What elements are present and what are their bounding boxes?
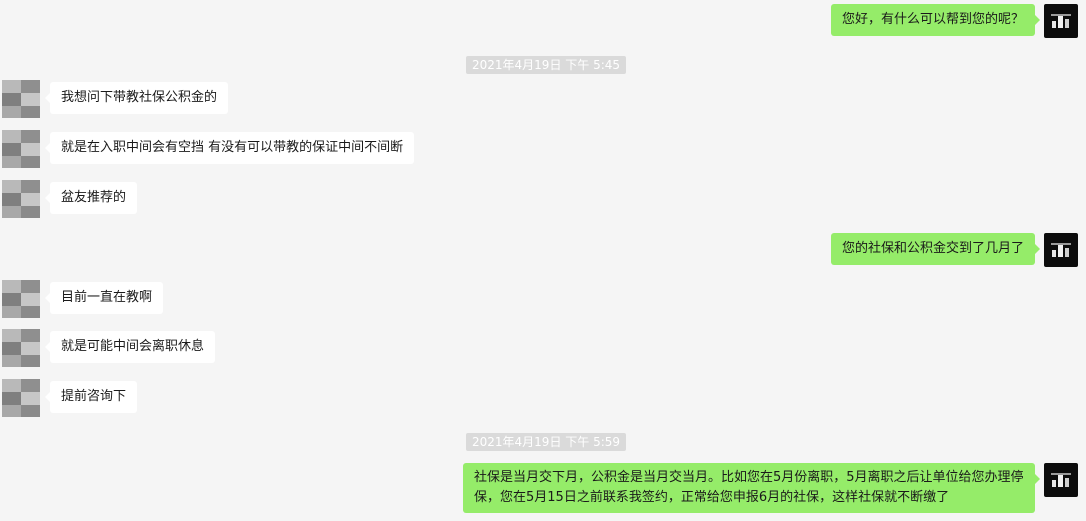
user-avatar[interactable] — [2, 329, 40, 367]
message-row-user: 目前一直在教啊 — [2, 280, 164, 318]
message-row-user: 就是在入职中间会有空挡 有没有可以带教的保证中间不间断 — [2, 130, 415, 168]
avatar-photo-icon — [1051, 243, 1071, 257]
message-bubble[interactable]: 提前咨询下 — [44, 381, 138, 413]
message-bubble[interactable]: 社保是当月交下月，公积金是当月交当月。比如您在5月份离职，5月离职之后让单位给您… — [463, 463, 1040, 513]
message-bubble[interactable]: 就是在入职中间会有空挡 有没有可以带教的保证中间不间断 — [44, 132, 415, 164]
message-bubble[interactable]: 盆友推荐的 — [44, 182, 138, 214]
message-bubble[interactable]: 我想问下带教社保公积金的 — [44, 82, 229, 114]
message-row-user: 就是可能中间会离职休息 — [2, 329, 216, 367]
message-row-agent: 您的社保和公积金交到了几月了 — [830, 233, 1078, 267]
message-row-user: 我想问下带教社保公积金的 — [2, 80, 229, 118]
agent-avatar[interactable] — [1044, 233, 1078, 267]
user-avatar[interactable] — [2, 130, 40, 168]
message-bubble[interactable]: 您的社保和公积金交到了几月了 — [830, 233, 1041, 265]
avatar-photo-icon — [1051, 473, 1071, 487]
agent-avatar[interactable] — [1044, 463, 1078, 497]
agent-avatar[interactable] — [1044, 4, 1078, 38]
message-row-user: 提前咨询下 — [2, 379, 138, 417]
message-bubble[interactable]: 目前一直在教啊 — [44, 282, 164, 314]
message-bubble[interactable]: 就是可能中间会离职休息 — [44, 331, 216, 363]
user-avatar[interactable] — [2, 280, 40, 318]
user-avatar[interactable] — [2, 80, 40, 118]
timestamp: 2021年4月19日 下午 5:45 — [466, 56, 627, 74]
timestamp: 2021年4月19日 下午 5:59 — [466, 433, 627, 451]
user-avatar[interactable] — [2, 180, 40, 218]
user-avatar[interactable] — [2, 379, 40, 417]
message-row-agent: 您好，有什么可以帮到您的呢？ — [830, 4, 1078, 38]
message-row-agent: 社保是当月交下月，公积金是当月交当月。比如您在5月份离职，5月离职之后让单位给您… — [463, 463, 1078, 513]
avatar-photo-icon — [1051, 14, 1071, 28]
message-bubble[interactable]: 您好，有什么可以帮到您的呢？ — [830, 4, 1041, 36]
message-row-user: 盆友推荐的 — [2, 180, 138, 218]
